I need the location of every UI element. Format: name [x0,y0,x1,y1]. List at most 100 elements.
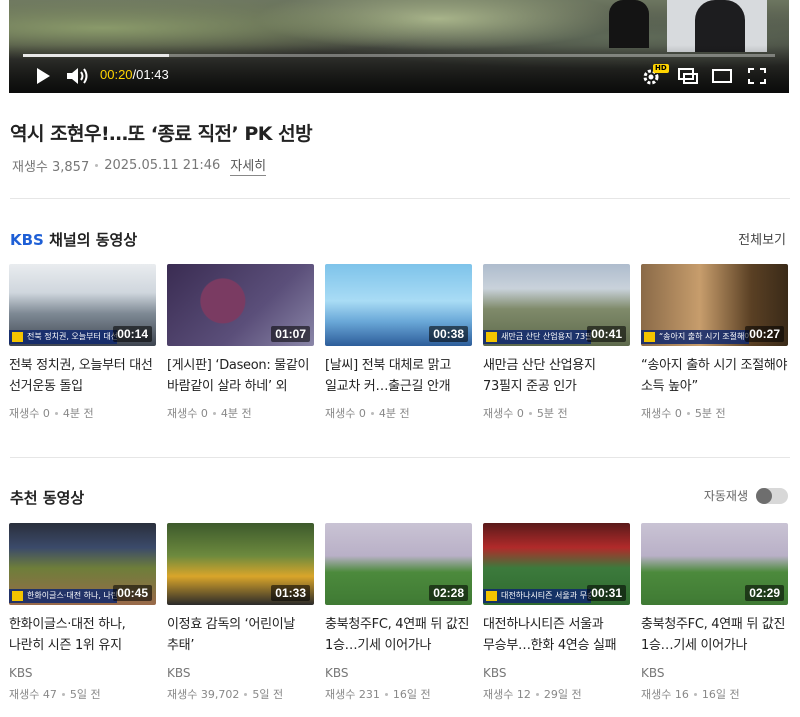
video-card-title[interactable]: 이정효 감독의 ‘어린이날 추태’ [167,614,314,656]
video-card-title[interactable]: [날씨] 전북 대체로 맑고 일교차 커…출근길 안개 주의 [325,355,472,397]
view-count: 재생수 0 [483,407,524,420]
video-card-title[interactable]: [게시판] ‘Daseon: 물같이 바람같이 살라 하네’ 외 [167,355,314,397]
autoplay-toggle[interactable] [756,487,788,504]
view-count: 재생수 12 [483,688,531,701]
thumbnail-caption: 대전하나시티즌 서울과 무승부…한화 4연 [483,589,591,603]
video-card-meta: 재생수 0 5분 전 [483,405,630,421]
duration-badge: 00:38 [429,326,468,342]
video-card-meta: 재생수 0 4분 전 [325,405,472,421]
view-count: 재생수 16 [641,688,689,701]
hd-badge: HD [653,64,669,73]
video-card-title[interactable]: 대전하나시티즌 서울과 무승부…한화 4연승 실패 [483,614,630,656]
video-thumbnail[interactable]: “송아지 출하 시기 조절해야 소득00:27 [641,264,788,346]
video-card-meta: 재생수 0 5분 전 [641,405,788,421]
duration-badge: 00:41 [587,326,626,342]
video-thumbnail[interactable]: 한화이글스·대전 하나, 나란히 시00:45 [9,523,156,605]
theater-icon[interactable] [711,66,733,86]
thumbnail-caption: 한화이글스·대전 하나, 나란히 시 [9,589,117,603]
video-card-meta: 재생수 0 4분 전 [167,405,314,421]
video-player[interactable]: 00:20/01:43 HD [9,0,789,93]
upload-age: 16일 전 [701,688,740,701]
video-card-title[interactable]: 충북청주FC, 4연패 뒤 값진 1승…기세 이어가나 [325,614,472,656]
duration-badge: 01:33 [271,585,310,601]
duration-badge: 00:14 [113,326,152,342]
upload-age: 4분 전 [62,407,94,420]
video-thumbnail[interactable]: 02:28 [325,523,472,605]
duration-badge: 01:07 [271,326,310,342]
progress-fill [23,54,169,57]
video-card-title[interactable]: 한화이글스·대전 하나, 나란히 시즌 1위 유지 [9,614,156,656]
time-display: 00:20/01:43 [100,67,169,82]
view-count: 재생수 0 [167,407,208,420]
video-card-title[interactable]: 충북청주FC, 4연패 뒤 값진 1승…기세 이어가나 [641,614,788,656]
thumbnail-caption: “송아지 출하 시기 조절해야 소득 [641,330,749,344]
video-card-meta: 재생수 39,702 5일 전 [167,686,314,702]
fullscreen-icon[interactable] [746,66,768,86]
video-card[interactable]: 전북 정치권, 오늘부터 대선 선거운00:14전북 정치권, 오늘부터 대선 … [9,264,156,421]
upload-age: 5분 전 [536,407,568,420]
view-count: 재생수 231 [325,688,380,701]
video-card-title[interactable]: 전북 정치권, 오늘부터 대선 선거운동 돌입 [9,355,156,397]
video-thumbnail[interactable]: 00:38 [325,264,472,346]
video-card[interactable]: 01:07 [게시판] ‘Daseon: 물같이 바람같이 살라 하네’ 외재생수… [167,264,314,421]
video-figure [609,0,649,48]
duration-badge: 02:28 [429,585,468,601]
video-card-source: KBS [167,666,191,680]
autoplay-label: 자동재생 [703,489,748,503]
video-card[interactable]: 한화이글스·대전 하나, 나란히 시00:45한화이글스·대전 하나, 나란히 … [9,523,156,702]
video-card-title[interactable]: “송아지 출하 시기 조절해야 소득 높아” [641,355,788,397]
upload-age: 16일 전 [392,688,431,701]
upload-age: 4분 전 [220,407,252,420]
view-count: 재생수 0 [9,407,50,420]
view-count: 재생수 3,857 [12,160,90,175]
video-thumbnail[interactable]: 02:29 [641,523,788,605]
duration: 01:43 [136,67,169,82]
duration-badge: 02:29 [745,585,784,601]
pip-icon[interactable] [677,66,699,86]
video-card[interactable]: 02:29 충북청주FC, 4연패 뒤 값진 1승…기세 이어가나 KBS 재생수 1… [641,523,788,702]
video-card-title[interactable]: 새만금 산단 산업용지 73필지 준공 인가 [483,355,630,397]
video-thumbnail[interactable]: 01:33 [167,523,314,605]
duration-badge: 00:27 [745,326,784,342]
current-time: 00:20 [100,67,133,82]
video-card-source: KBS [641,666,665,680]
video-card[interactable]: “송아지 출하 시기 조절해야 소득00:27“송아지 출하 시기 조절해야 소… [641,264,788,421]
upload-age: 5일 전 [69,688,101,701]
duration-badge: 00:45 [113,585,152,601]
thumbnail-caption: 새만금 산단 산업용지 73필지 준공 [483,330,591,344]
video-card[interactable]: 새만금 산단 산업용지 73필지 준공00:41새만금 산단 산업용지 73필지… [483,264,630,421]
view-count: 재생수 39,702 [167,688,240,701]
video-meta: 재생수 3,857 2025.05.11 21:46 자세히 [12,155,267,176]
view-count: 재생수 0 [325,407,366,420]
play-icon[interactable] [33,66,53,86]
video-card[interactable]: 01:33 이정효 감독의 ‘어린이날 추태’ KBS 재생수 39,702 5일 전 [167,523,314,702]
video-card-meta: 재생수 12 29일 전 [483,686,630,702]
video-card-source: KBS [483,666,507,680]
video-card-source: KBS [325,666,349,680]
video-card-meta: 재생수 16 16일 전 [641,686,788,702]
video-thumbnail[interactable]: 전북 정치권, 오늘부터 대선 선거운00:14 [9,264,156,346]
video-thumbnail[interactable]: 대전하나시티즌 서울과 무승부…한화 4연00:31 [483,523,630,605]
detail-link[interactable]: 자세히 [230,155,267,176]
upload-age: 5일 전 [252,688,284,701]
upload-age: 4분 전 [378,407,410,420]
progress-bar[interactable] [23,54,775,57]
see-all-link[interactable]: 전체보기 [738,229,786,248]
video-thumbnail[interactable]: 새만금 산단 산업용지 73필지 준공00:41 [483,264,630,346]
volume-icon[interactable] [65,66,91,86]
video-card[interactable]: 00:38 [날씨] 전북 대체로 맑고 일교차 커…출근길 안개 주의재생수 0… [325,264,472,421]
autoplay-control[interactable]: 자동재생 [704,487,788,504]
upload-date: 2025.05.11 21:46 [104,158,221,173]
video-card[interactable]: 대전하나시티즌 서울과 무승부…한화 4연00:31대전하나시티즌 서울과 무승… [483,523,630,702]
channel-brand: KBS [10,231,44,249]
thumbnail-caption: 전북 정치권, 오늘부터 대선 선거운 [9,330,117,344]
video-thumbnail[interactable]: 01:07 [167,264,314,346]
video-title: 역시 조현우!…또 ‘종료 직전’ PK 선방 [10,123,313,145]
settings-icon[interactable]: HD [641,64,669,86]
divider [10,198,790,199]
view-count: 재생수 47 [9,688,57,701]
video-card-source: KBS [9,666,33,680]
video-card[interactable]: 02:28 충북청주FC, 4연패 뒤 값진 1승…기세 이어가나 KBS 재생수 2… [325,523,472,702]
view-count: 재생수 0 [641,407,682,420]
video-card-meta: 재생수 0 4분 전 [9,405,156,421]
